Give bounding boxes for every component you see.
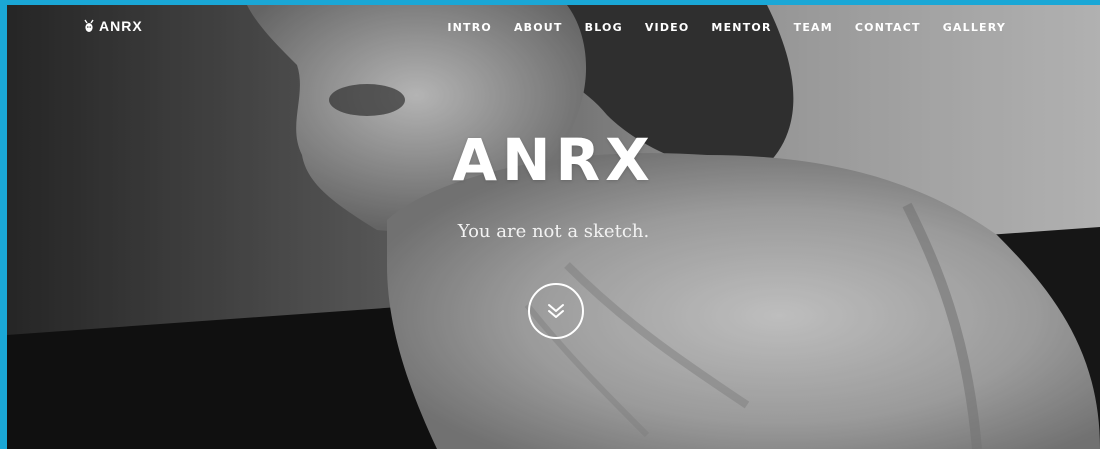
menu-item-mentor: MENTOR [700, 20, 782, 36]
nav-link-gallery[interactable]: GALLERY [932, 20, 1017, 36]
nav-link-video[interactable]: VIDEO [634, 20, 701, 36]
menu-item-about: ABOUT [503, 20, 574, 36]
nav-link-contact[interactable]: CONTACT [844, 20, 932, 36]
main-menu: INTRO ABOUT BLOG VIDEO MENTOR TEAM CONTA… [436, 20, 1017, 36]
menu-item-gallery: GALLERY [932, 20, 1017, 36]
nav-link-intro[interactable]: INTRO [436, 20, 503, 36]
site-logo[interactable]: ANRX [83, 18, 143, 34]
nav-link-about[interactable]: ABOUT [503, 20, 574, 36]
hero-section: ANRX INTRO ABOUT BLOG VIDEO MENTOR TEAM … [7, 5, 1100, 449]
nav-link-blog[interactable]: BLOG [574, 20, 634, 36]
menu-item-video: VIDEO [634, 20, 701, 36]
menu-item-intro: INTRO [436, 20, 503, 36]
menu-item-contact: CONTACT [844, 20, 932, 36]
logo-text: ANRX [99, 18, 143, 34]
double-chevron-down-icon [548, 304, 564, 318]
scroll-down-button[interactable] [528, 283, 584, 339]
hero-subtitle: You are not a sketch. [457, 221, 650, 242]
menu-item-team: TEAM [783, 20, 844, 36]
browser-frame: ANRX INTRO ABOUT BLOG VIDEO MENTOR TEAM … [0, 0, 1100, 449]
top-navigation: ANRX INTRO ABOUT BLOG VIDEO MENTOR TEAM … [7, 5, 1100, 51]
menu-item-blog: BLOG [574, 20, 634, 36]
nav-link-team[interactable]: TEAM [783, 20, 844, 36]
nav-link-mentor[interactable]: MENTOR [700, 20, 782, 36]
hero-title: ANRX [452, 126, 655, 194]
deer-head-icon [84, 19, 94, 32]
